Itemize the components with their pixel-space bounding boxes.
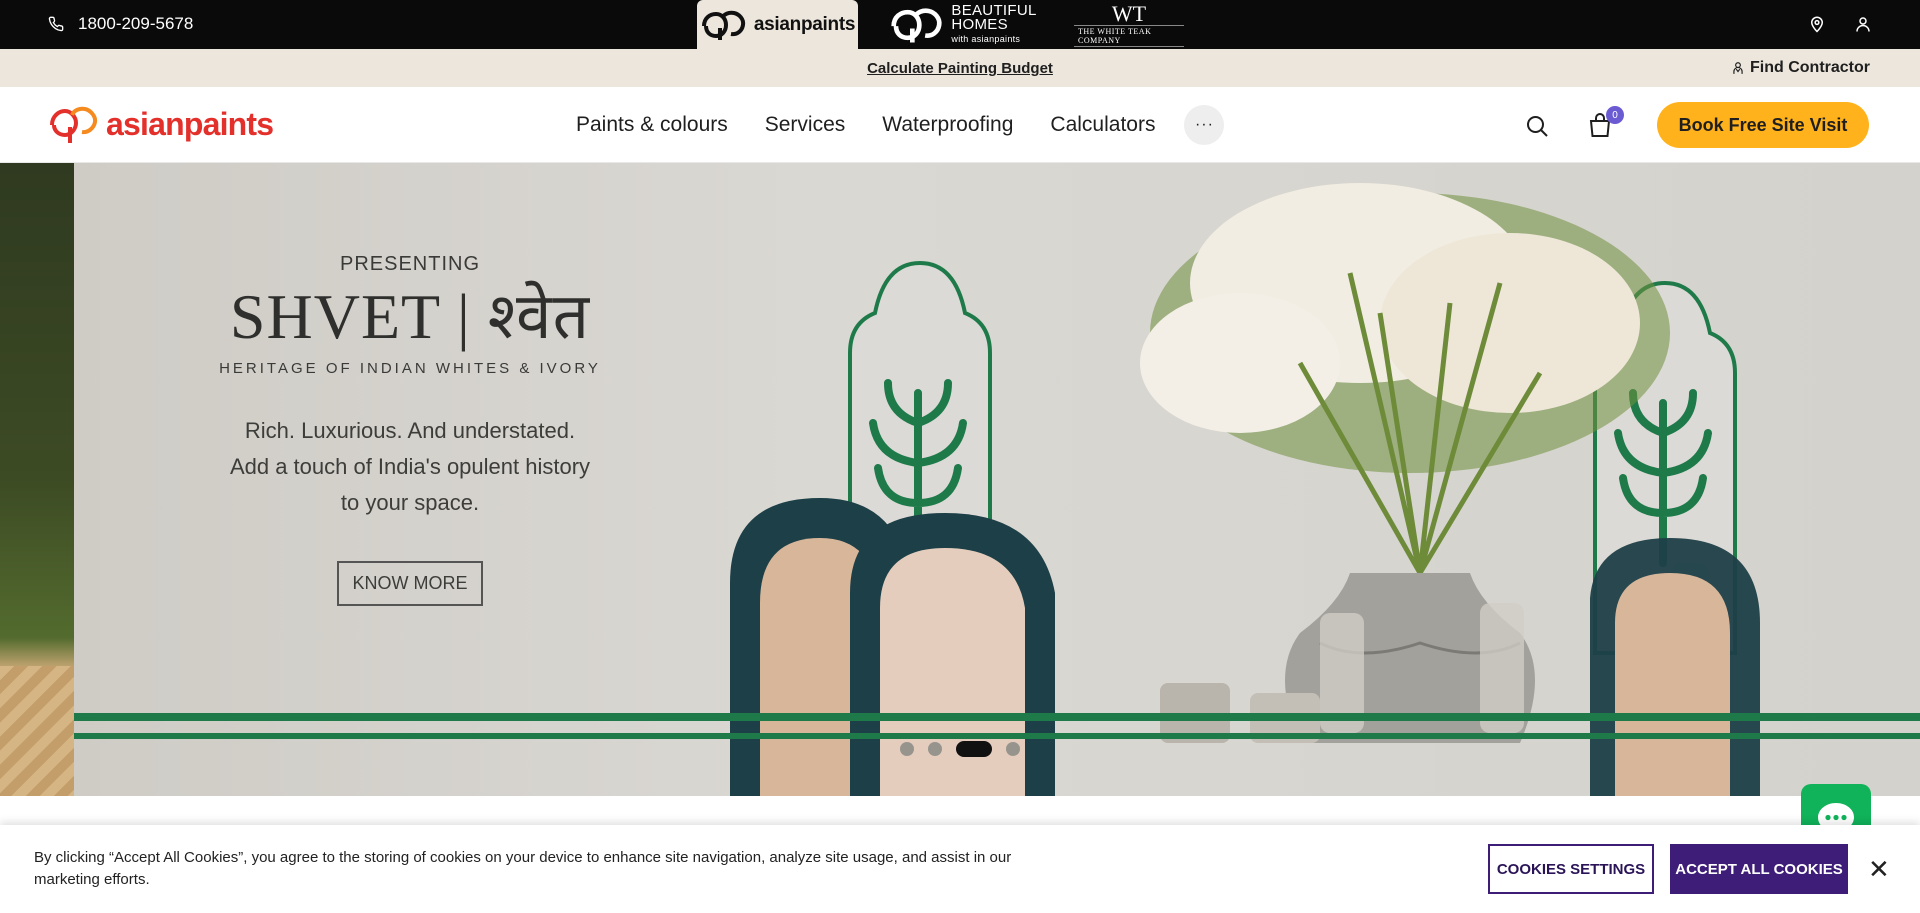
contractor-icon — [1733, 62, 1743, 74]
beautiful-homes-line2: HOMES — [951, 15, 1008, 33]
hero-title: SHVET | श्वेत — [229, 281, 591, 352]
book-free-site-visit-button[interactable]: Book Free Site Visit — [1657, 102, 1869, 148]
cart-count-badge: 0 — [1606, 106, 1624, 124]
calculate-painting-budget-link[interactable]: Calculate Painting Budget — [0, 60, 1920, 77]
hero-tagline-line3: to your space. — [340, 490, 480, 515]
cookie-consent-text: By clicking “Accept All Cookies”, you ag… — [34, 849, 1012, 888]
utility-bar: Calculate Painting Budget Find Contracto… — [0, 49, 1920, 87]
hero-tagline: Rich. Luxurious. And understated. Add a … — [215, 413, 605, 521]
search-icon[interactable] — [1525, 114, 1549, 138]
primary-menu: Paints & colours Services Waterproofing … — [576, 87, 1225, 163]
main-navigation: asianpaints Paints & colours Services Wa… — [0, 87, 1920, 163]
beautiful-homes-logo-icon — [891, 7, 943, 42]
user-account-icon[interactable] — [1854, 14, 1872, 34]
accept-all-cookies-button[interactable]: ACCEPT ALL COOKIES — [1670, 844, 1848, 894]
find-contractor-label: Find Contractor — [1750, 59, 1870, 76]
menu-item-calculators[interactable]: Calculators — [1050, 113, 1155, 137]
beautiful-homes-line3: with asianpaints — [951, 33, 1021, 44]
hero-presenting: PRESENTING — [339, 253, 481, 275]
top-utility-icons — [1808, 14, 1872, 34]
carousel-pagination — [900, 741, 1020, 757]
location-pin-icon[interactable] — [1808, 14, 1826, 34]
carousel-dot-4[interactable] — [1006, 742, 1020, 756]
close-icon[interactable]: ✕ — [1868, 856, 1890, 882]
white-teak-mark: WT — [1111, 0, 1147, 26]
logo-wordmark: asianpaints — [106, 105, 274, 142]
phone-link[interactable]: 1800-209-5678 — [48, 14, 193, 34]
asianpaints-home-logo[interactable]: asianpaints — [48, 103, 274, 145]
brand-tab-beautiful-homes[interactable]: BEAUTIFUL HOMES with asianpaints — [878, 0, 1048, 49]
cart-button[interactable]: 0 — [1588, 106, 1624, 143]
know-more-button[interactable]: KNOW MORE — [337, 561, 483, 606]
asianpaints-brand-icon — [50, 106, 98, 143]
brand-tab-asianpaints-label: asianpaints — [753, 13, 856, 35]
hero-subtitle: HERITAGE OF INDIAN WHITES & IVORY — [219, 360, 601, 377]
menu-item-waterproofing[interactable]: Waterproofing — [882, 113, 1013, 137]
more-menu-button[interactable]: ··· — [1184, 105, 1225, 145]
carousel-dot-3-active[interactable] — [956, 741, 992, 757]
brand-switcher: asianpaints BEAUTIFUL HOMES with asianpa… — [697, 0, 1194, 49]
cookie-consent-banner: By clicking “Accept All Cookies”, you ag… — [0, 825, 1920, 913]
hero-tagline-line2: Add a touch of India's opulent history — [229, 454, 591, 479]
wall-stripe — [74, 713, 1920, 721]
top-bar: 1800-209-5678 asianpaints BEAUTIFUL HOME… — [0, 0, 1920, 49]
find-contractor-link[interactable]: Find Contractor — [1731, 59, 1870, 77]
hero-carousel: PRESENTING SHVET | श्वेत HERITAGE OF IND… — [0, 163, 1920, 796]
cookies-settings-button[interactable]: COOKIES SETTINGS — [1488, 844, 1654, 894]
menu-item-services[interactable]: Services — [765, 113, 846, 137]
menu-item-paints-colours[interactable]: Paints & colours — [576, 113, 728, 137]
phone-icon — [48, 16, 64, 32]
white-teak-name: THE WHITE TEAK COMPANY — [1074, 24, 1184, 47]
brand-tab-white-teak[interactable]: WT THE WHITE TEAK COMPANY — [1064, 0, 1194, 49]
hero-content: PRESENTING SHVET | श्वेत HERITAGE OF IND… — [215, 253, 605, 606]
carousel-dot-2[interactable] — [928, 742, 942, 756]
hero-tagline-line1: Rich. Luxurious. And understated. — [244, 418, 576, 443]
phone-number: 1800-209-5678 — [78, 14, 194, 33]
wall-stripe — [74, 733, 1920, 739]
brand-tab-asianpaints[interactable]: asianpaints — [697, 0, 858, 49]
carousel-dot-1[interactable] — [900, 742, 914, 756]
asianpaints-logo-icon — [701, 10, 745, 40]
